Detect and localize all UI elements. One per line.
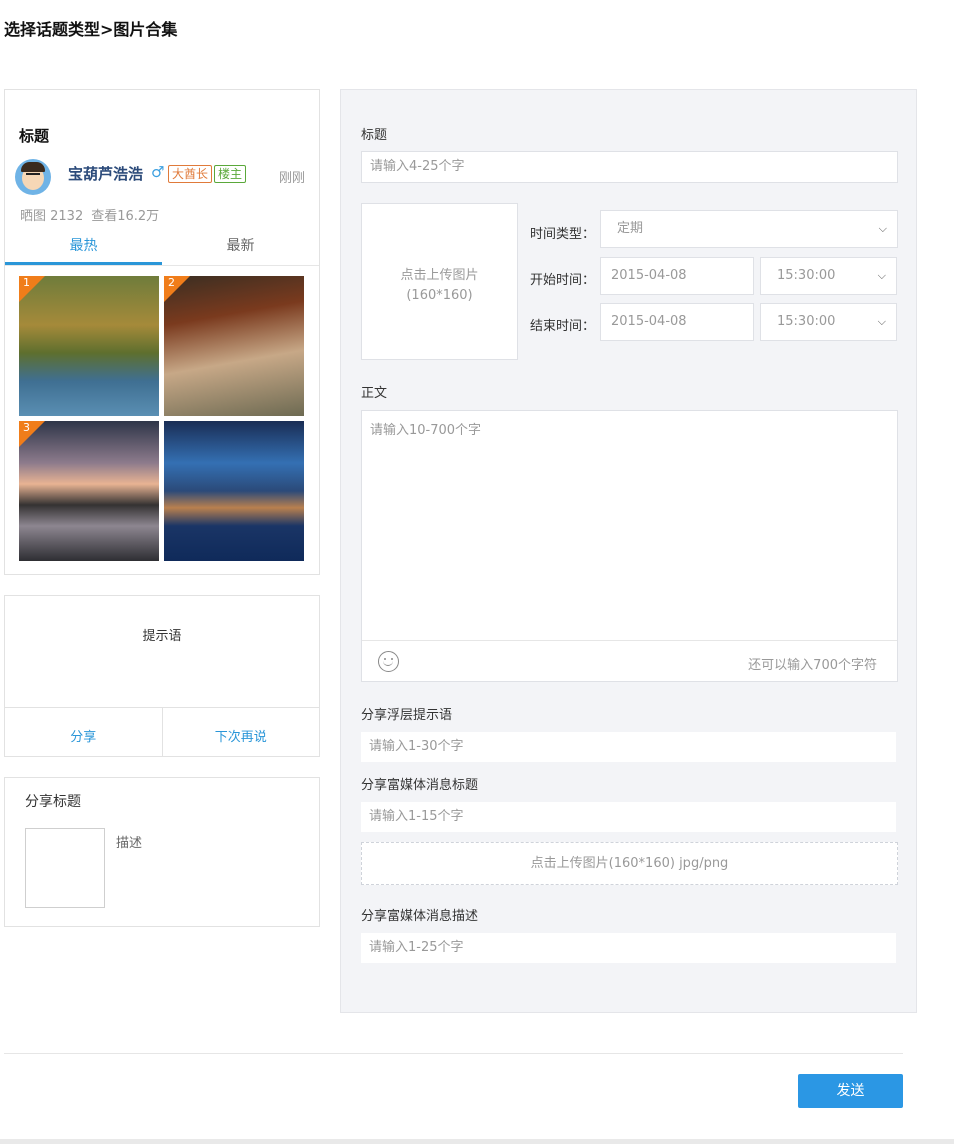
page-title: 选择话题类型>图片合集 <box>4 20 178 39</box>
tab-hottest[interactable]: 最热 <box>5 230 162 265</box>
chevron-down-icon: ⌵ <box>877 315 886 328</box>
time-type-select[interactable]: 定期 ⌵ <box>600 210 898 248</box>
chevron-down-icon: ⌵ <box>878 222 887 235</box>
body-textarea[interactable]: 请输入10-700个字 还可以输入700个字符 <box>361 410 898 682</box>
view-count: 查看16.2万 <box>91 209 160 224</box>
time-type-label: 时间类型： <box>530 227 596 242</box>
topic-preview-card: 标题 宝葫芦浩浩 ♂ 大酋长 楼主 刚刚 晒图 2132 查看16.2万 最热 最… <box>4 89 320 575</box>
share-description: 描述 <box>116 836 143 851</box>
share-tip-label: 分享浮层提示语 <box>361 708 453 723</box>
title-label: 标题 <box>361 128 388 143</box>
chevron-down-icon: ⌵ <box>877 269 886 282</box>
rank-number: 3 <box>23 421 30 434</box>
start-time-label: 开始时间： <box>530 273 596 288</box>
footer-divider <box>4 1053 903 1054</box>
topic-form: 标题 请输入4-25个字 点击上传图片 (160*160) 时间类型： 定期 ⌵… <box>340 89 917 1013</box>
send-button[interactable]: 发送 <box>798 1074 903 1108</box>
share-image-placeholder <box>25 828 105 908</box>
share-preview-card: 分享标题 描述 <box>4 777 320 927</box>
thumbnail-image[interactable]: 2 <box>164 276 304 416</box>
rank-badge: 大酋长 <box>168 165 213 183</box>
end-time-select[interactable]: 15:30:00 ⌵ <box>760 303 897 341</box>
thumbnail-image[interactable] <box>164 421 304 561</box>
rich-title-label: 分享富媒体消息标题 <box>361 778 479 793</box>
bottom-border <box>0 1139 954 1144</box>
prompt-card: 提示语 分享 下次再说 <box>4 595 320 757</box>
end-date-input[interactable]: 2015-04-08 <box>600 303 754 341</box>
share-button[interactable]: 分享 <box>5 708 162 757</box>
start-time-value: 15:30:00 <box>777 268 836 283</box>
upload-text: 点击上传图片 <box>400 268 479 283</box>
time-type-value: 定期 <box>617 221 644 236</box>
char-counter: 还可以输入700个字符 <box>748 658 877 673</box>
post-time: 刚刚 <box>278 171 305 186</box>
owner-badge: 楼主 <box>214 165 247 183</box>
body-label: 正文 <box>361 386 388 401</box>
preview-tabs: 最热 最新 <box>5 230 319 266</box>
end-time-value: 15:30:00 <box>777 314 836 329</box>
body-placeholder: 请输入10-700个字 <box>370 423 482 438</box>
share-tip-input[interactable]: 请输入1-30个字 <box>361 732 896 762</box>
user-name: 宝葫芦浩浩 <box>68 165 144 183</box>
rich-title-input[interactable]: 请输入1-15个字 <box>361 802 896 832</box>
upload-size: (160*160) <box>406 288 473 303</box>
start-date-input[interactable]: 2015-04-08 <box>600 257 754 295</box>
rich-image-upload[interactable]: 点击上传图片(160*160) jpg/png <box>361 842 898 885</box>
male-icon: ♂ <box>151 163 165 181</box>
title-input[interactable]: 请输入4-25个字 <box>361 151 898 183</box>
rank-number: 1 <box>23 276 30 289</box>
rank-number: 2 <box>168 276 175 289</box>
photo-count: 晒图 2132 <box>20 209 84 224</box>
start-time-select[interactable]: 15:30:00 ⌵ <box>760 257 897 295</box>
thumbnail-image[interactable]: 1 <box>19 276 159 416</box>
avatar <box>15 159 51 195</box>
rich-desc-label: 分享富媒体消息描述 <box>361 909 479 924</box>
preview-title: 标题 <box>19 127 50 145</box>
thumbnail-image[interactable]: 3 <box>19 421 159 561</box>
later-button[interactable]: 下次再说 <box>161 708 320 757</box>
tab-newest[interactable]: 最新 <box>162 230 319 265</box>
cover-upload[interactable]: 点击上传图片 (160*160) <box>361 203 518 360</box>
end-time-label: 结束时间： <box>530 319 596 334</box>
user-stats: 晒图 2132 查看16.2万 <box>20 205 159 224</box>
share-title: 分享标题 <box>25 794 81 810</box>
prompt-text: 提示语 <box>142 629 182 644</box>
emoji-icon[interactable] <box>378 651 399 672</box>
rich-desc-input[interactable]: 请输入1-25个字 <box>361 933 896 963</box>
